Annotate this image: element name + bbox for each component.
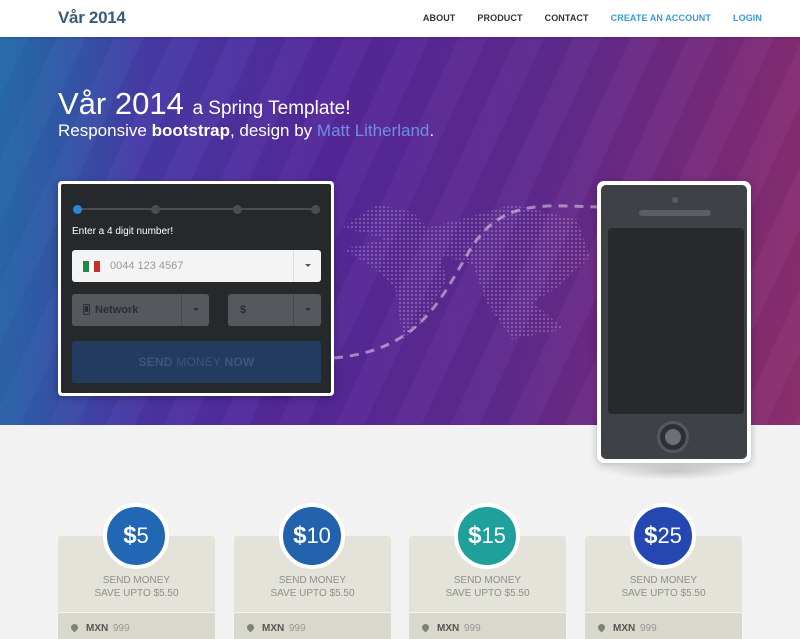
phone-body	[601, 185, 747, 459]
badge-amount: 15	[481, 523, 506, 548]
nav-contact-link[interactable]: CONTACT	[545, 13, 589, 23]
nav-about-link[interactable]: ABOUT	[423, 13, 456, 23]
location-pin-icon	[69, 622, 80, 633]
badge-amount: 10	[306, 523, 331, 548]
step-2-dot[interactable]	[151, 205, 160, 214]
send-money-panel: Enter a 4 digit number! 0044 123 4567 Ne…	[58, 181, 334, 396]
card-currency: MXN	[613, 623, 636, 634]
phone-screen	[608, 228, 744, 414]
currency-select[interactable]: $	[228, 294, 321, 326]
price-badge-2: $10	[279, 503, 345, 569]
phone-shadow	[604, 462, 744, 480]
network-dropdown-button[interactable]	[181, 294, 209, 326]
phone-number-input[interactable]: 0044 123 4567	[72, 250, 321, 282]
card-line1: SEND MONEY	[629, 575, 698, 586]
price-badge-4: $25	[630, 503, 696, 569]
badge-symbol: $	[123, 522, 137, 549]
card-line2: SAVE UPTO $5.50	[621, 588, 706, 599]
panel-body: Enter a 4 digit number! 0044 123 4567 Ne…	[61, 184, 331, 393]
chevron-down-icon	[305, 264, 311, 267]
card-line1: SEND MONEY	[102, 575, 171, 586]
card-line1: SEND MONEY	[453, 575, 522, 586]
card-text: SEND MONEY SAVE UPTO $5.50	[58, 574, 215, 600]
camera-icon	[672, 197, 678, 203]
card-value: 999	[464, 623, 481, 634]
badge-amount: 25	[657, 523, 682, 548]
send-label-2: MONEY	[176, 355, 225, 369]
send-label-3: NOW	[224, 355, 255, 369]
badge-symbol: $	[468, 522, 482, 549]
step-1-dot[interactable]	[73, 205, 82, 214]
badge-symbol: $	[644, 522, 658, 549]
nav-login-link[interactable]: LOGIN	[733, 13, 762, 23]
currency-dropdown-button[interactable]	[293, 294, 321, 326]
mobile-icon	[83, 304, 90, 315]
location-pin-icon	[596, 622, 607, 633]
price-badge-3: $15	[454, 503, 520, 569]
country-dropdown-button[interactable]	[293, 250, 321, 282]
chevron-down-icon	[305, 308, 311, 311]
step-prompt: Enter a 4 digit number!	[72, 226, 174, 237]
card-text: SEND MONEY SAVE UPTO $5.50	[409, 574, 566, 600]
site-logo[interactable]: Vår 2014	[58, 8, 126, 28]
card-value: 999	[289, 623, 306, 634]
card-footer: MXN 999	[409, 612, 566, 639]
card-currency: MXN	[86, 623, 109, 634]
mexico-flag-icon	[83, 261, 101, 272]
step-4-dot[interactable]	[311, 205, 320, 214]
phone-mockup	[597, 181, 751, 463]
step-3-dot[interactable]	[233, 205, 242, 214]
price-badge-1: $5	[103, 503, 169, 569]
network-select[interactable]: Network	[72, 294, 209, 326]
progress-track	[78, 208, 318, 210]
location-pin-icon	[420, 622, 431, 633]
phone-placeholder: 0044 123 4567	[110, 260, 184, 272]
card-currency: MXN	[437, 623, 460, 634]
card-value: 999	[113, 623, 130, 634]
card-text: SEND MONEY SAVE UPTO $5.50	[585, 574, 742, 600]
card-currency: MXN	[262, 623, 285, 634]
network-label: Network	[95, 304, 139, 316]
speaker-icon	[639, 210, 711, 216]
home-button-icon	[657, 421, 689, 453]
send-label-1: SEND	[138, 355, 177, 369]
top-nav: Vår 2014 ABOUT PRODUCT CONTACT CREATE AN…	[0, 0, 800, 37]
chevron-down-icon	[193, 308, 199, 311]
currency-label: $	[240, 304, 247, 316]
card-footer: MXN 999	[585, 612, 742, 639]
badge-symbol: $	[293, 522, 307, 549]
card-line1: SEND MONEY	[278, 575, 347, 586]
card-line2: SAVE UPTO $5.50	[445, 588, 530, 599]
card-footer: MXN 999	[58, 612, 215, 639]
card-text: SEND MONEY SAVE UPTO $5.50	[234, 574, 391, 600]
card-line2: SAVE UPTO $5.50	[270, 588, 355, 599]
badge-amount: 5	[136, 523, 149, 548]
card-value: 999	[640, 623, 657, 634]
send-money-button[interactable]: SEND MONEY NOW	[72, 341, 321, 383]
card-line2: SAVE UPTO $5.50	[94, 588, 179, 599]
nav-menu: ABOUT PRODUCT CONTACT CREATE AN ACCOUNT …	[401, 13, 762, 23]
card-footer: MXN 999	[234, 612, 391, 639]
location-pin-icon	[245, 622, 256, 633]
nav-product-link[interactable]: PRODUCT	[477, 13, 522, 23]
nav-create-account-link[interactable]: CREATE AN ACCOUNT	[611, 13, 711, 23]
